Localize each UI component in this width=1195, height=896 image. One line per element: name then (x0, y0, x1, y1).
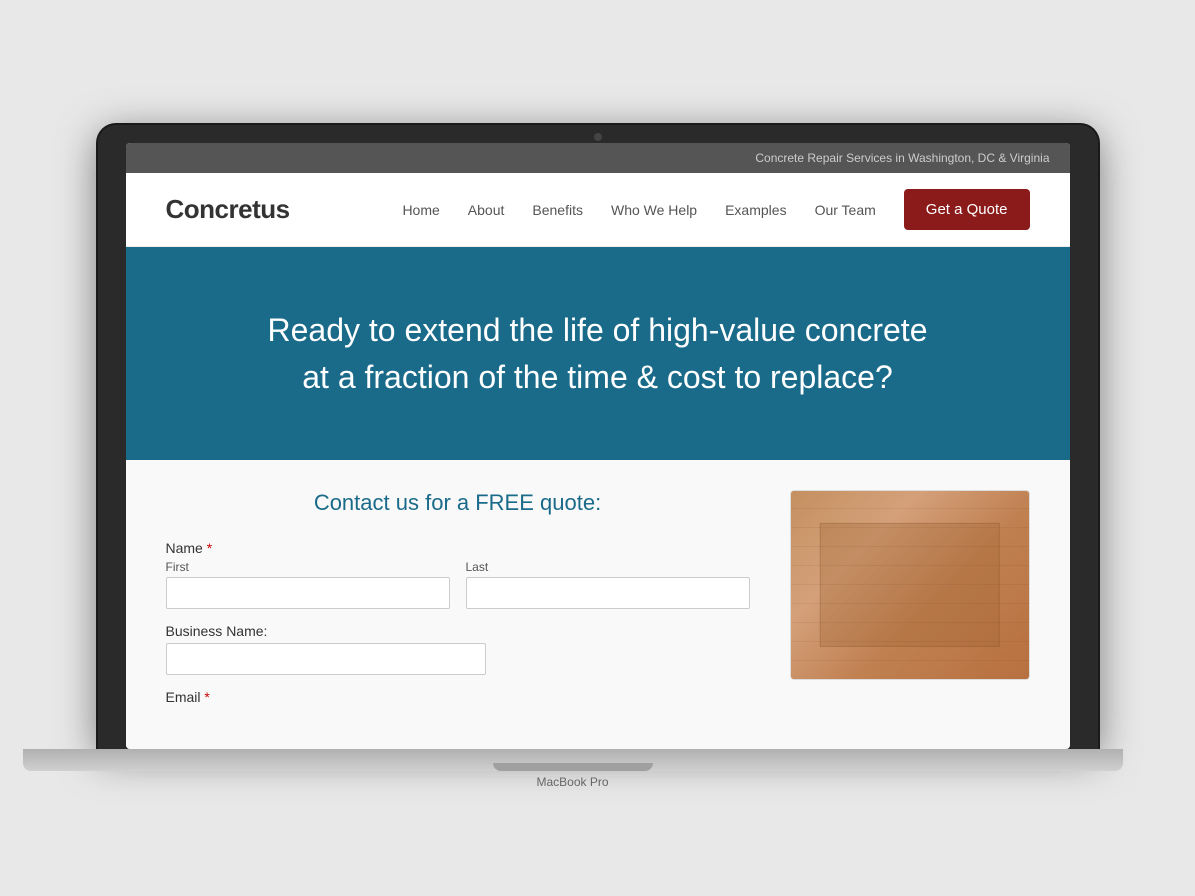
site-topbar: Concrete Repair Services in Washington, … (126, 143, 1070, 173)
email-label: Email * (166, 689, 750, 705)
contact-image-area (790, 490, 1030, 680)
nav-benefits[interactable]: Benefits (532, 202, 583, 218)
nav-home[interactable]: Home (402, 202, 439, 218)
first-name-input[interactable] (166, 577, 450, 609)
nav-our-team[interactable]: Our Team (815, 202, 876, 218)
hero-headline: Ready to extend the life of high-value c… (248, 307, 948, 400)
macbook-screen: Concrete Repair Services in Washington, … (98, 125, 1098, 749)
macbook-label: MacBook Pro (536, 775, 608, 789)
hero-line1: Ready to extend the life of high-value c… (268, 312, 928, 348)
name-field-group: Name * First Last (166, 540, 750, 609)
contact-section: Contact us for a FREE quote: Name * Firs… (166, 490, 1030, 719)
concrete-image (790, 490, 1030, 680)
site-nav: Home About Benefits Who We Help Examples… (402, 189, 1029, 230)
last-name-field: Last (466, 560, 750, 609)
site-logo: Concretus (166, 194, 290, 225)
business-name-input[interactable] (166, 643, 486, 675)
first-label: First (166, 560, 450, 574)
business-field-group: Business Name: (166, 623, 750, 675)
last-name-input[interactable] (466, 577, 750, 609)
screen-inner: Concrete Repair Services in Washington, … (126, 143, 1070, 749)
name-label: Name * (166, 540, 750, 556)
macbook-wrapper: Concrete Repair Services in Washington, … (98, 125, 1098, 771)
nav-about[interactable]: About (468, 202, 505, 218)
first-name-field: First (166, 560, 450, 609)
content-section: Contact us for a FREE quote: Name * Firs… (126, 460, 1070, 749)
last-label: Last (466, 560, 750, 574)
nav-who-we-help[interactable]: Who We Help (611, 202, 697, 218)
logo-prefix: Concret (166, 194, 261, 224)
nav-examples[interactable]: Examples (725, 202, 786, 218)
contact-form-area: Contact us for a FREE quote: Name * Firs… (166, 490, 750, 719)
site-header: Concretus Home About Benefits Who We Hel… (126, 173, 1070, 247)
name-required: * (207, 540, 212, 556)
contact-title: Contact us for a FREE quote: (166, 490, 750, 516)
concrete-floor-visual (791, 491, 1029, 679)
get-quote-button[interactable]: Get a Quote (904, 189, 1030, 230)
hero-section: Ready to extend the life of high-value c… (126, 247, 1070, 460)
hero-line2: at a fraction of the time & cost to repl… (302, 359, 893, 395)
logo-suffix: us (260, 194, 289, 224)
macbook-base: MacBook Pro (23, 749, 1123, 771)
business-label: Business Name: (166, 623, 750, 639)
camera (594, 133, 602, 141)
email-field-group: Email * (166, 689, 750, 705)
name-subrow: First Last (166, 560, 750, 609)
topbar-text: Concrete Repair Services in Washington, … (755, 151, 1049, 165)
